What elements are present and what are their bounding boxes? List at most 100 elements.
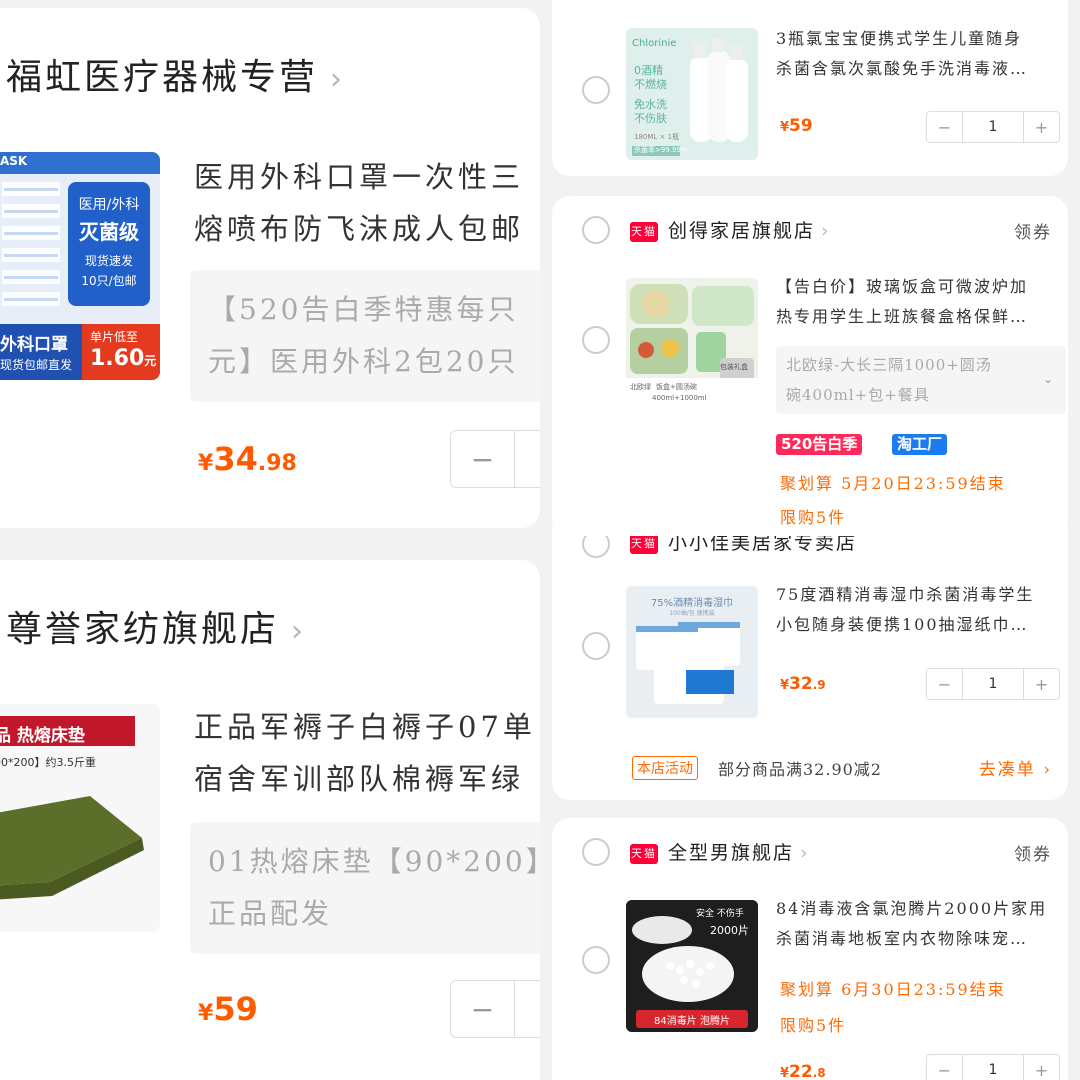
product-title[interactable]: 【告白价】玻璃饭盒可微波炉加 热专用学生上班族餐盒格保鲜… [776, 272, 1066, 332]
decrease-button[interactable]: − [927, 1055, 963, 1080]
image-text: 现货速发 [84, 254, 133, 268]
increase-button[interactable]: + [1023, 1055, 1059, 1080]
quantity-stepper: − 1 + [926, 111, 1060, 143]
deal-countdown: 聚划算 5月20日23:59结束 [780, 474, 1006, 493]
product-title[interactable]: 医用外科口罩一次性三 [194, 154, 524, 196]
image-text: 元 [144, 354, 157, 368]
product-price: ¥59 [780, 116, 813, 136]
chevron-right-icon: › [821, 220, 831, 242]
product-image-lunchbox[interactable]: 北欧绿 饭盒+圆汤碗 400ml+1000ml 包装礼盒 [626, 278, 758, 410]
sku-selector[interactable]: 北欧绿-大长三隔1000+圆汤 碗400ml+包+餐具 ⌄ [776, 346, 1066, 414]
product-title[interactable]: 3瓶氯宝宝便携式学生儿童随身 杀菌含氯次氯酸免手洗消毒液… [776, 24, 1066, 84]
decrease-button[interactable]: − [927, 669, 963, 699]
image-text: 品 热熔床垫 [0, 726, 85, 746]
store-name: 福虹医疗器械专营 [6, 57, 319, 98]
image-text: 100抽/包 便携装 [669, 610, 715, 617]
image-text: 现货包邮直发 [0, 358, 73, 372]
product-price: ¥32.9 [780, 674, 826, 694]
quantity-value[interactable]: 1 [963, 112, 1023, 142]
image-text: 北欧绿 [630, 383, 651, 391]
product-image-disinfectant[interactable]: Chlorinie 0酒精 不燃烧 免水洗 不伤肤 180ML × 1瓶 杀菌率… [626, 28, 758, 160]
store-name-link[interactable]: 天猫 全型男旗舰店 › [630, 838, 810, 865]
image-text: 不伤肤 [634, 112, 667, 125]
product-price: ¥34.98 [198, 440, 297, 478]
chevron-right-icon: › [800, 842, 810, 864]
image-text: 400ml+1000ml [652, 394, 707, 402]
image-text: 灭菌级 [79, 220, 139, 244]
sku-text: 01热熔床垫【90*200】 [208, 845, 540, 878]
store-name-link[interactable]: 福虹医疗器械专营 › [6, 48, 345, 100]
image-text: 75%酒精消毒湿巾 [650, 598, 734, 609]
product-image-tablets[interactable]: 安全 不伤手 2000片 84消毒片 泡腾片 [626, 900, 758, 1032]
item-select-radio[interactable] [582, 326, 610, 354]
store-select-radio[interactable] [582, 838, 610, 866]
store-card-chuangde: 天猫 创得家居旗舰店 › 领券 北欧绿 饭盒+圆汤碗 400ml+1000ml … [552, 196, 1068, 536]
right-panel: Chlorinie 0酒精 不燃烧 免水洗 不伤肤 180ML × 1瓶 杀菌率… [540, 0, 1080, 1080]
decrease-button[interactable]: − [927, 112, 963, 142]
cart-screenshot: 福虹医疗器械专营 › ASK 医用/外科 灭菌级 现货速发 10只/包邮 外科口… [0, 0, 1080, 1080]
decrease-button[interactable]: − [451, 431, 515, 487]
promo-badge: 520告白季 [776, 434, 863, 455]
store-card-zunyu: 尊誉家纺旗舰店 › 品 热熔床垫 90*200】约3.5斤重 正品军褥子白褥子07… [0, 560, 540, 1080]
product-title[interactable]: 84消毒液含氯泡腾片2000片家用 杀菌消毒地板室内衣物除味宠… [776, 894, 1066, 954]
product-title[interactable]: 宿舍军训部队棉褥军绿 [194, 756, 524, 798]
sku-text: 【520告白季特惠每只 [208, 293, 519, 326]
quantity-stepper: − 1 + [926, 1054, 1060, 1080]
store-activity-tag: 本店活动 [632, 756, 698, 780]
sku-text: 元】医用外科2包20只 [208, 345, 519, 378]
deal-countdown: 聚划算 6月30日23:59结束 [780, 980, 1006, 999]
store-card-quanxing: 天猫 全型男旗舰店 › 领券 安全 不伤手 2000片 84消毒片 泡腾片 84消毒… [552, 818, 1068, 1080]
store-name: 尊誉家纺旗舰店 [6, 609, 280, 650]
image-text: 2000片 [710, 924, 749, 937]
purchase-limit: 限购5件 [780, 508, 847, 527]
product-title[interactable]: 75度酒精消毒湿巾杀菌消毒学生 小包随身装便携100抽湿纸巾… [776, 580, 1066, 640]
chevron-right-icon: › [291, 614, 307, 649]
increase-button[interactable]: + [1023, 669, 1059, 699]
product-title[interactable]: 正品军褥子白褥子07单 [194, 704, 536, 746]
image-text: 84消毒片 泡腾片 [654, 1016, 730, 1027]
quantity-stepper: − [450, 430, 540, 488]
add-on-link[interactable]: 去凑单 › [979, 755, 1052, 780]
store-name-link[interactable]: 天猫 创得家居旗舰店 › [630, 216, 831, 243]
image-text: 90*200】约3.5斤重 [0, 756, 96, 769]
image-text: 180ML × 1瓶 [634, 133, 680, 141]
item-select-radio[interactable] [582, 76, 610, 104]
product-image-mattress[interactable]: 品 热熔床垫 90*200】约3.5斤重 [0, 704, 160, 932]
tmall-icon: 天猫 [630, 534, 658, 554]
image-text: 安全 不伤手 [696, 909, 744, 919]
sku-selector[interactable]: 【520告白季特惠每只 元】医用外科2包20只 [190, 270, 540, 402]
coupon-button[interactable]: 领券 [1014, 218, 1052, 243]
store-card-fuhong: 福虹医疗器械专营 › ASK 医用/外科 灭菌级 现货速发 10只/包邮 外科口… [0, 8, 540, 528]
purchase-limit: 限购5件 [780, 1016, 847, 1035]
increase-button[interactable]: + [1023, 112, 1059, 142]
store-card-wipes: 天猫 小小佳美居家专卖店 75%酒精消毒湿巾 100抽/包 便携装 75度酒精消毒… [552, 510, 1068, 800]
image-text: 单片低至 [90, 330, 139, 344]
sku-text: 北欧绿-大长三隔1000+圆汤 [786, 356, 992, 374]
quantity-stepper: − 1 + [926, 668, 1060, 700]
store-name: 创得家居旗舰店 [668, 220, 816, 242]
image-text: ASK [0, 154, 28, 168]
image-text: 10只/包邮 [81, 274, 137, 288]
store-select-radio[interactable] [582, 216, 610, 244]
product-price: ¥59 [198, 990, 258, 1028]
product-image-mask[interactable]: ASK 医用/外科 灭菌级 现货速发 10只/包邮 外科口罩 现货包邮直发 单片… [0, 152, 160, 380]
cart-item-card: Chlorinie 0酒精 不燃烧 免水洗 不伤肤 180ML × 1瓶 杀菌率… [552, 0, 1068, 176]
quantity-value[interactable]: 1 [963, 1055, 1023, 1080]
product-image-wipes[interactable]: 75%酒精消毒湿巾 100抽/包 便携装 [626, 586, 758, 718]
store-activity-text: 部分商品满32.90减2 [718, 760, 882, 779]
image-text: 1.60 [90, 346, 145, 371]
sku-text: 正品配发 [208, 897, 333, 930]
sku-text: 碗400ml+包+餐具 [786, 386, 930, 404]
decrease-button[interactable]: − [451, 981, 515, 1037]
quantity-stepper: − [450, 980, 540, 1038]
coupon-button[interactable]: 领券 [1014, 840, 1052, 865]
store-name-link[interactable]: 尊誉家纺旗舰店 › [6, 600, 306, 652]
quantity-value[interactable]: 1 [963, 669, 1023, 699]
tmall-icon: 天猫 [630, 844, 658, 864]
item-select-radio[interactable] [582, 946, 610, 974]
item-select-radio[interactable] [582, 632, 610, 660]
sku-selector[interactable]: 01热熔床垫【90*200】 正品配发 [190, 822, 540, 954]
image-text: 杀菌率>99.99% [634, 146, 688, 154]
product-title[interactable]: 熔喷布防飞沫成人包邮 [194, 206, 524, 248]
chevron-right-icon: › [330, 62, 346, 97]
